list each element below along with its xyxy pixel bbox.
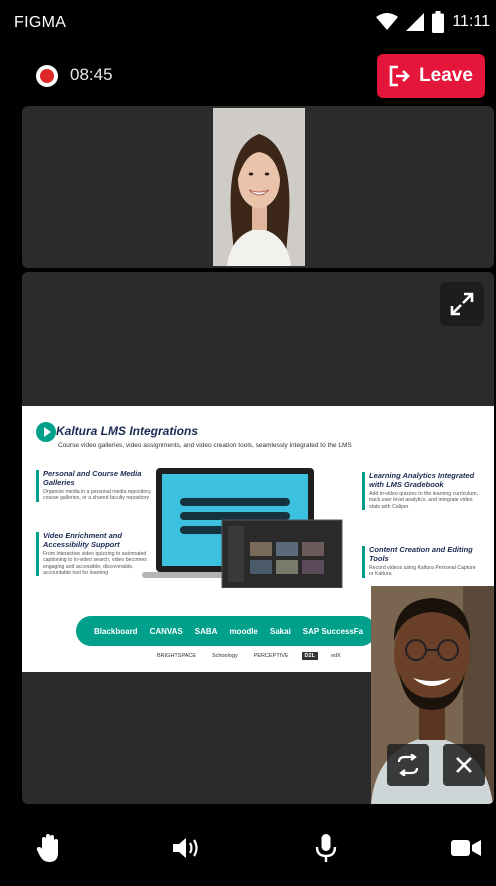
hand-icon (36, 834, 58, 862)
lms-logo: Sakai (269, 626, 291, 636)
lms-logo: SAP SuccessFa (302, 626, 364, 636)
clock: 11:11 (452, 13, 490, 30)
feature-block: Personal and Course Media Galleries Orga… (36, 469, 157, 502)
exit-icon (389, 65, 410, 87)
lms-logo: CANVAS (149, 626, 183, 636)
partner-logo: PERCEPTIVE (253, 653, 289, 659)
partner-logo: edX (330, 653, 341, 659)
raise-hand-button[interactable] (29, 828, 69, 868)
speaker-button[interactable] (166, 828, 206, 868)
laptop-illustration (142, 468, 343, 588)
expand-button[interactable] (440, 282, 484, 326)
partner-logo: BRIGHTSPACE (157, 653, 197, 659)
feature-heading: Video Enrichment and Accessibility Suppo… (43, 531, 122, 549)
status-bar: FIGMA 11:11 (0, 0, 496, 44)
record-icon (36, 65, 58, 87)
woman-video-tile[interactable] (213, 108, 305, 266)
partner-logos: BRIGHTSPACE Schoology PERCEPTIVE D2L edX (154, 652, 344, 660)
slide-subtitle: Course video galleries, video assignment… (58, 442, 352, 449)
feature-block: Video Enrichment and Accessibility Suppo… (36, 531, 157, 577)
battery-icon (432, 11, 445, 33)
call-controls (0, 812, 496, 886)
microphone-button[interactable] (306, 828, 346, 868)
close-pip-button[interactable] (443, 744, 485, 786)
feature-text: From interactive video quizzing to autom… (43, 551, 147, 576)
participant-tile (22, 106, 494, 268)
wifi-icon (376, 13, 399, 30)
partner-logo: D2L (301, 652, 318, 660)
switch-camera-icon (397, 754, 419, 776)
leave-button[interactable]: Leave (377, 54, 485, 98)
feature-heading: Learning Analytics Integrated with LMS G… (369, 471, 475, 489)
feature-heading: Content Creation and Editing Tools (369, 545, 473, 563)
feature-block: Content Creation and Editing Tools Recor… (362, 545, 479, 578)
lms-logo: moodle (229, 626, 258, 636)
participant-video-icon (213, 108, 305, 266)
man-video-pip[interactable] (371, 586, 494, 804)
speaker-icon (173, 838, 198, 858)
feature-text: Record videos using Kaltura Personal Cap… (369, 565, 476, 578)
leave-label: Leave (419, 65, 473, 86)
feature-text: Add in-video quizzes to the learning cur… (369, 491, 478, 510)
slide-title: Kaltura LMS Integrations (56, 424, 199, 438)
call-header: 08:45 Leave (0, 52, 496, 102)
status-icons: 11:11 (376, 10, 490, 34)
cellular-signal-icon (406, 13, 425, 31)
camera-button[interactable] (446, 828, 486, 868)
carrier-label: FIGMA (14, 14, 67, 31)
lms-logo: SABA (194, 626, 218, 636)
switch-camera-button[interactable] (387, 744, 429, 786)
expand-icon (450, 292, 474, 316)
feature-heading: Personal and Course Media Galleries (43, 469, 142, 487)
screen-share-panel: Kaltura LMS Integrations Course video ga… (22, 272, 494, 804)
lms-logo: Blackboard (94, 626, 138, 636)
microphone-icon (315, 834, 337, 862)
lms-logo-bar: Blackboard CANVAS SABA moodle Sakai SAP … (76, 616, 376, 646)
partner-logo: Schoology (212, 653, 238, 659)
feature-block: Learning Analytics Integrated with LMS G… (362, 471, 479, 510)
close-icon (456, 757, 472, 773)
video-camera-icon (451, 840, 481, 856)
feature-text: Organize media in a personal media repos… (43, 489, 152, 502)
call-timer: 08:45 (70, 65, 113, 84)
play-icon (36, 422, 56, 442)
